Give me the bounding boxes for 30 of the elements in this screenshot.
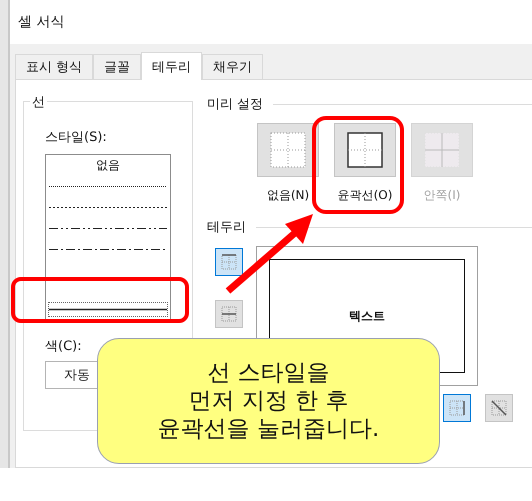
- preset-label: 윤곽선(O): [338, 187, 392, 204]
- border-icon: [448, 399, 466, 417]
- preview-text: 텍스트: [349, 308, 385, 324]
- border-toggle[interactable]: [215, 300, 243, 328]
- border-icon: [220, 253, 238, 271]
- callout-text: 선 스타일을: [207, 359, 330, 387]
- group-title: 선: [30, 93, 47, 111]
- tab[interactable]: 채우기: [202, 54, 264, 79]
- inside-border-icon: [424, 132, 460, 168]
- border-toggle[interactable]: [485, 394, 513, 422]
- preset-label: 안쪽(I): [424, 187, 460, 204]
- border-toggle[interactable]: [443, 394, 471, 422]
- border-icon: [490, 399, 508, 417]
- preset-button[interactable]: [334, 123, 396, 177]
- callout-text: 먼저 지정 한 후: [188, 387, 348, 415]
- window-title: 셀 서식: [18, 13, 64, 31]
- preset-label: 없음(N): [266, 187, 310, 204]
- line-style-option[interactable]: 없음: [49, 159, 167, 172]
- no-border-icon: [270, 132, 306, 168]
- outline-border-icon: [347, 132, 383, 168]
- callout-text: 윤곽선을 눌러줍니다.: [158, 415, 380, 443]
- line-style-list[interactable]: 없음: [45, 154, 171, 321]
- line-style-option[interactable]: [49, 303, 167, 316]
- tab[interactable]: 표시 형식: [15, 54, 94, 79]
- border-toggle[interactable]: [215, 248, 243, 276]
- tab[interactable]: 테두리: [141, 52, 202, 80]
- tab[interactable]: 글꼴: [93, 54, 142, 79]
- field-label: 색(C):: [45, 338, 83, 355]
- border-icon: [220, 305, 238, 323]
- field-label: 스타일(S):: [45, 129, 108, 146]
